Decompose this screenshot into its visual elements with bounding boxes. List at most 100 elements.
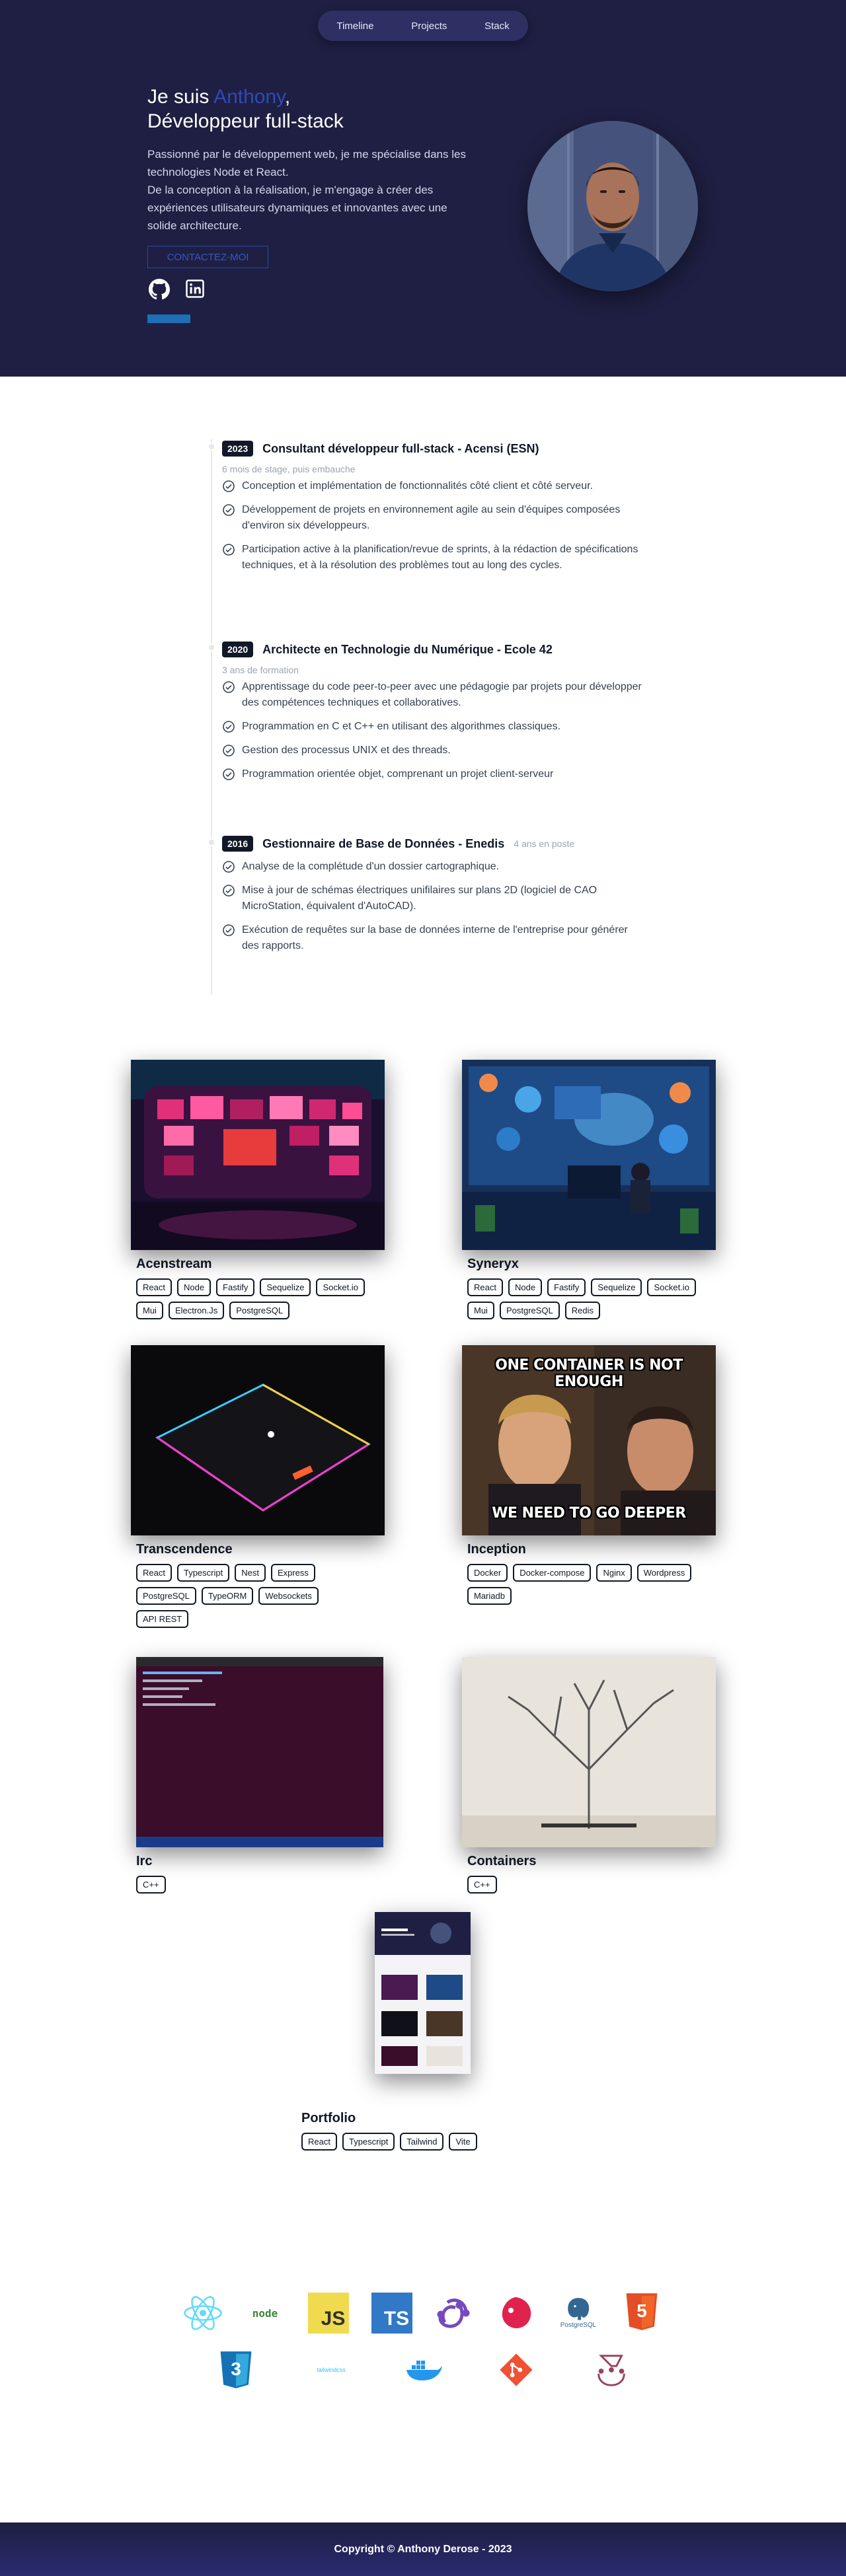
tech-tag: Express bbox=[270, 1564, 315, 1582]
timeline-note: 4 ans en poste bbox=[514, 838, 575, 849]
tech-tag: Docker bbox=[467, 1564, 508, 1582]
timeline-item: Participation active à la planification/… bbox=[222, 542, 645, 573]
nav-stack[interactable]: Stack bbox=[484, 20, 510, 32]
project-thumbnail[interactable] bbox=[136, 1657, 383, 1847]
timeline-title: Consultant développeur full-stack - Acen… bbox=[262, 441, 539, 455]
project-tags: React Typescript Nest Express PostgreSQL… bbox=[136, 1564, 374, 1628]
project-card[interactable]: Irc C++ bbox=[131, 1657, 385, 1894]
tech-tag: Sequelize bbox=[591, 1278, 642, 1296]
project-card[interactable]: Transcendence React Typescript Nest Expr… bbox=[131, 1345, 385, 1628]
project-title: Acenstream bbox=[136, 1257, 212, 1271]
tech-tag: React bbox=[136, 1278, 172, 1296]
check-circle-icon bbox=[223, 745, 235, 756]
hero-name: Anthony bbox=[213, 86, 285, 108]
project-title: Containers bbox=[467, 1854, 537, 1868]
hero-section: Je suis Anthony, Développeur full-stack … bbox=[0, 0, 846, 377]
project-title: Transcendence bbox=[136, 1542, 233, 1557]
project-tags: React Node Fastify Sequelize Socket.io M… bbox=[136, 1278, 374, 1319]
timeline-entry: 2016 Gestionnaire de Base de Données - E… bbox=[222, 835, 645, 962]
hero-role: Développeur full-stack bbox=[147, 110, 344, 132]
check-circle-icon bbox=[223, 721, 235, 733]
profile-photo bbox=[527, 121, 698, 291]
project-tags: C++ bbox=[136, 1876, 374, 1894]
hero-intro-1: Passionné par le développement web, je m… bbox=[147, 148, 466, 178]
tech-tag: React bbox=[467, 1278, 503, 1296]
project-thumbnail[interactable] bbox=[375, 1912, 471, 2074]
timeline-item: Mise à jour de schémas électriques unifi… bbox=[222, 883, 645, 914]
cv-bar[interactable] bbox=[147, 314, 190, 323]
tech-tag: C++ bbox=[467, 1876, 497, 1894]
footer: Copyright © Anthony Derose - 2023 bbox=[0, 2522, 846, 2576]
timeline-dot bbox=[208, 838, 215, 846]
timeline-item: Programmation orientée objet, comprenant… bbox=[222, 766, 645, 782]
typescript-icon: TS bbox=[371, 2293, 412, 2334]
project-title: Irc bbox=[136, 1854, 153, 1868]
timeline-item: Gestion des processus UNIX et des thread… bbox=[222, 743, 645, 758]
postgresql-icon: PostgreSQL bbox=[558, 2291, 599, 2332]
tech-tag: Mariadb bbox=[467, 1587, 512, 1605]
timeline-line bbox=[211, 439, 212, 994]
tech-tag: Docker-compose bbox=[513, 1564, 592, 1582]
timeline-item: Développement de projets en environnemen… bbox=[222, 502, 645, 534]
javascript-icon: JS bbox=[308, 2293, 349, 2334]
github-icon[interactable] bbox=[149, 279, 171, 301]
project-tags: React Typescript Tailwind Vite bbox=[301, 2133, 539, 2151]
project-thumbnail[interactable] bbox=[462, 1657, 716, 1847]
tech-tag: Sequelize bbox=[260, 1278, 311, 1296]
project-thumbnail[interactable]: ONE CONTAINER IS NOT ENOUGH WE NEED TO G… bbox=[462, 1345, 716, 1535]
project-tags: C++ bbox=[467, 1876, 705, 1894]
linkedin-icon[interactable] bbox=[185, 279, 208, 301]
project-card[interactable]: Syneryx React Node Fastify Sequelize Soc… bbox=[462, 1060, 716, 1319]
nav-timeline[interactable]: Timeline bbox=[336, 20, 373, 32]
hero-intro-2: De la conception à la réalisation, je m'… bbox=[147, 184, 447, 232]
check-circle-icon bbox=[223, 681, 235, 693]
project-card[interactable]: Acenstream React Node Fastify Sequelize … bbox=[131, 1060, 385, 1319]
timeline-year: 2023 bbox=[222, 441, 254, 457]
jest-icon bbox=[591, 2349, 632, 2390]
contact-button[interactable]: CONTACTEZ-MOI bbox=[147, 246, 268, 268]
project-title: Inception bbox=[467, 1542, 526, 1557]
css3-icon: 3 bbox=[215, 2349, 256, 2390]
tailwind-icon: tailwindcss bbox=[317, 2367, 346, 2373]
timeline-year: 2016 bbox=[222, 836, 254, 852]
check-circle-icon bbox=[223, 768, 235, 780]
check-circle-icon bbox=[223, 924, 235, 936]
tech-tag: C++ bbox=[136, 1876, 166, 1894]
redux-icon bbox=[434, 2293, 475, 2334]
check-circle-icon bbox=[223, 885, 235, 897]
tech-tag: Nginx bbox=[596, 1564, 632, 1582]
project-tags: React Node Fastify Sequelize Socket.io M… bbox=[467, 1278, 705, 1319]
project-thumbnail[interactable] bbox=[131, 1345, 385, 1535]
project-thumbnail[interactable] bbox=[462, 1060, 716, 1250]
project-title: Syneryx bbox=[467, 1257, 519, 1271]
tech-tag: Vite bbox=[449, 2133, 477, 2151]
timeline-item: Conception et implémentation de fonction… bbox=[222, 478, 645, 494]
tech-tag: Socket.io bbox=[316, 1278, 365, 1296]
project-card[interactable]: Containers C++ bbox=[462, 1657, 716, 1894]
tech-tag: Wordpress bbox=[636, 1564, 692, 1582]
hero-intro: Passionné par le développement web, je m… bbox=[147, 145, 471, 235]
timeline-item: Analyse de la complétude d'un dossier ca… bbox=[222, 859, 645, 875]
tech-tag: PostgreSQL bbox=[499, 1302, 560, 1319]
timeline-title: Gestionnaire de Base de Données - Enedis bbox=[262, 836, 505, 850]
project-thumbnail[interactable] bbox=[131, 1060, 385, 1250]
timeline-dot bbox=[208, 443, 215, 451]
tech-tag: Typescript bbox=[176, 1564, 230, 1582]
tech-tag: Redis bbox=[564, 1302, 601, 1319]
project-card[interactable]: ONE CONTAINER IS NOT ENOUGH WE NEED TO G… bbox=[462, 1345, 716, 1605]
timeline-title: Architecte en Technologie du Numérique -… bbox=[262, 642, 553, 656]
check-circle-icon bbox=[223, 861, 235, 873]
timeline-subtitle: 3 ans de formation bbox=[222, 665, 299, 675]
hero-comma: , bbox=[284, 86, 291, 108]
timeline-item: Apprentissage du code peer-to-peer avec … bbox=[222, 679, 645, 711]
html5-icon: 5 bbox=[621, 2291, 662, 2332]
project-card[interactable]: Portfolio React Typescript Tailwind Vite bbox=[296, 1912, 550, 2151]
copyright-text: Copyright © Anthony Derose - 2023 bbox=[334, 2543, 512, 2555]
tech-tag: React bbox=[301, 2133, 337, 2151]
tech-tag: Socket.io bbox=[647, 1278, 696, 1296]
nodejs-icon: node bbox=[252, 2306, 278, 2320]
tech-tag: Node bbox=[176, 1278, 212, 1296]
nav-projects[interactable]: Projects bbox=[411, 20, 447, 32]
react-icon bbox=[182, 2293, 223, 2334]
timeline-dot bbox=[208, 644, 215, 651]
